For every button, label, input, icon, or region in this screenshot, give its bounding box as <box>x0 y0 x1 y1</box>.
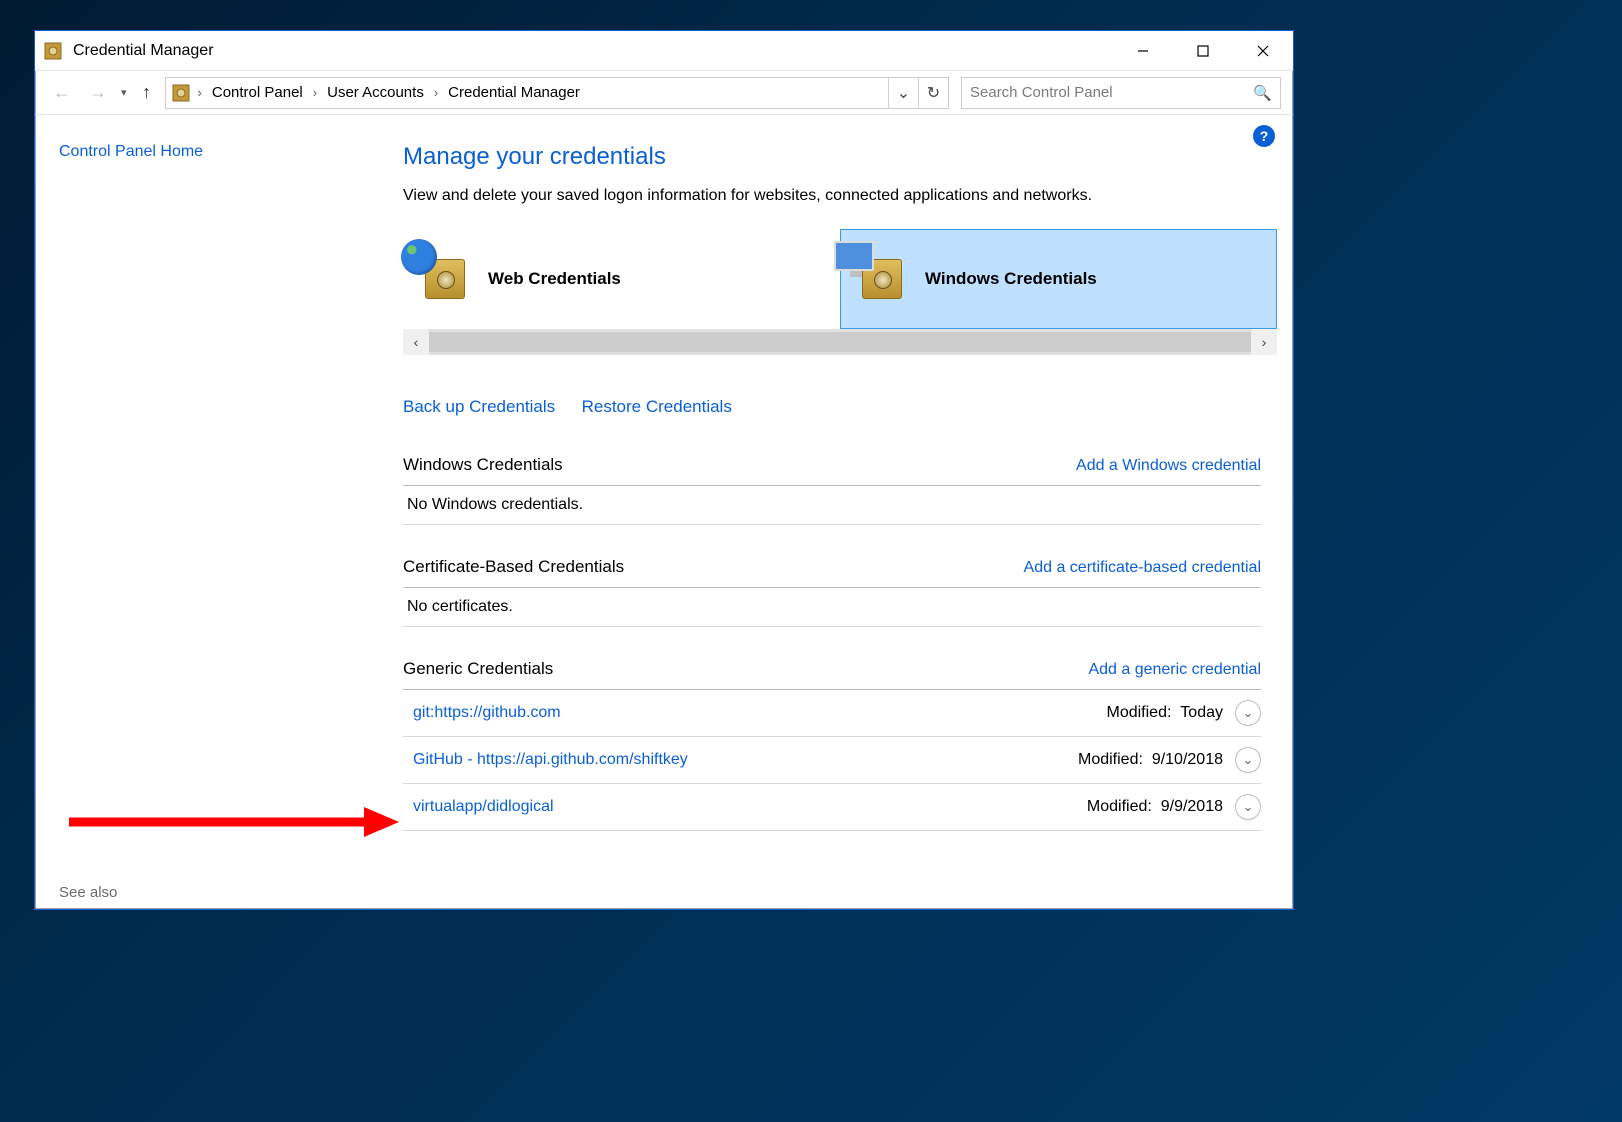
app-icon <box>43 41 63 61</box>
credential-row[interactable]: virtualapp/didlogical Modified: 9/9/2018… <box>403 784 1261 831</box>
modified-label: Modified: <box>1078 751 1143 768</box>
modified-value: Today <box>1180 704 1223 721</box>
section-empty-text: No certificates. <box>403 588 1261 627</box>
backup-credentials-link[interactable]: Back up Credentials <box>403 397 555 416</box>
tile-windows-credentials[interactable]: Windows Credentials <box>840 229 1277 329</box>
sidebar: Control Panel Home See also <box>35 115 355 909</box>
navbar: ← → ▾ ↑ › Control Panel › User Accounts … <box>35 71 1293 115</box>
section-title: Generic Credentials <box>403 659 553 679</box>
nav-back-button[interactable]: ← <box>47 78 77 108</box>
body: ? Control Panel Home See also Manage you… <box>35 115 1293 909</box>
search-input[interactable] <box>970 84 1253 101</box>
close-button[interactable] <box>1233 31 1293 70</box>
chevron-right-icon: › <box>432 85 440 100</box>
web-credentials-icon <box>410 244 480 314</box>
credential-manager-window: Credential Manager ← → ▾ ↑ › Control Pan… <box>34 30 1294 910</box>
tile-label: Windows Credentials <box>925 269 1097 289</box>
section-windows-credentials: Windows Credentials Add a Windows creden… <box>403 447 1261 525</box>
section-empty-text: No Windows credentials. <box>403 486 1261 525</box>
nav-forward-button[interactable]: → <box>83 78 113 108</box>
breadcrumb-item-user-accounts[interactable]: User Accounts <box>323 84 428 101</box>
credential-name[interactable]: GitHub - https://api.github.com/shiftkey <box>413 751 688 769</box>
credential-name[interactable]: git:https://github.com <box>413 704 561 722</box>
expand-row-button[interactable]: ⌄ <box>1235 700 1261 726</box>
credential-actions: Back up Credentials Restore Credentials <box>403 397 1277 417</box>
search-box[interactable]: 🔍 <box>961 77 1281 109</box>
nav-up-button[interactable]: ↑ <box>135 82 159 103</box>
address-dropdown-button[interactable]: ⌄ <box>888 78 918 108</box>
add-certificate-credential-link[interactable]: Add a certificate-based credential <box>1024 559 1261 577</box>
tile-web-credentials[interactable]: Web Credentials <box>403 229 840 329</box>
section-generic-credentials: Generic Credentials Add a generic creden… <box>403 651 1261 831</box>
modified-label: Modified: <box>1106 704 1171 721</box>
chevron-right-icon: › <box>196 85 204 100</box>
page-subtext: View and delete your saved logon informa… <box>403 187 1277 205</box>
windows-credentials-icon <box>847 244 917 314</box>
breadcrumb-item-credential-manager[interactable]: Credential Manager <box>444 84 584 101</box>
nav-history-dropdown[interactable]: ▾ <box>119 86 129 99</box>
see-also-label: See also <box>59 884 117 901</box>
section-title: Certificate-Based Credentials <box>403 557 624 577</box>
address-icon <box>170 82 192 104</box>
restore-credentials-link[interactable]: Restore Credentials <box>582 397 732 416</box>
titlebar: Credential Manager <box>35 31 1293 71</box>
minimize-button[interactable] <box>1113 31 1173 70</box>
scroll-track[interactable] <box>429 332 1251 352</box>
modified-value: 9/9/2018 <box>1161 798 1223 815</box>
window-controls <box>1113 31 1293 70</box>
section-title: Windows Credentials <box>403 455 563 475</box>
scroll-right-button[interactable]: › <box>1251 329 1277 355</box>
page-heading: Manage your credentials <box>403 143 1277 171</box>
help-icon[interactable]: ? <box>1253 125 1275 147</box>
window-title: Credential Manager <box>73 42 214 60</box>
modified-label: Modified: <box>1087 798 1152 815</box>
section-certificate-credentials: Certificate-Based Credentials Add a cert… <box>403 549 1261 627</box>
breadcrumb-item-control-panel[interactable]: Control Panel <box>208 84 307 101</box>
chevron-right-icon: › <box>311 85 319 100</box>
credential-category-tiles: Web Credentials Windows Credentials <box>403 229 1277 329</box>
add-generic-credential-link[interactable]: Add a generic credential <box>1088 661 1261 679</box>
main-content: Manage your credentials View and delete … <box>355 115 1293 909</box>
refresh-button[interactable]: ↻ <box>918 78 948 108</box>
maximize-button[interactable] <box>1173 31 1233 70</box>
tiles-scrollbar[interactable]: ‹ › <box>403 329 1277 355</box>
add-windows-credential-link[interactable]: Add a Windows credential <box>1076 457 1261 475</box>
modified-value: 9/10/2018 <box>1152 751 1223 768</box>
expand-row-button[interactable]: ⌄ <box>1235 794 1261 820</box>
expand-row-button[interactable]: ⌄ <box>1235 747 1261 773</box>
address-bar[interactable]: › Control Panel › User Accounts › Creden… <box>165 77 949 109</box>
sidebar-link-home[interactable]: Control Panel Home <box>59 143 203 160</box>
credential-name[interactable]: virtualapp/didlogical <box>413 798 554 816</box>
scroll-left-button[interactable]: ‹ <box>403 329 429 355</box>
tile-label: Web Credentials <box>488 269 621 289</box>
credential-row[interactable]: GitHub - https://api.github.com/shiftkey… <box>403 737 1261 784</box>
credential-row[interactable]: git:https://github.com Modified: Today ⌄ <box>403 690 1261 737</box>
search-icon[interactable]: 🔍 <box>1253 84 1272 102</box>
